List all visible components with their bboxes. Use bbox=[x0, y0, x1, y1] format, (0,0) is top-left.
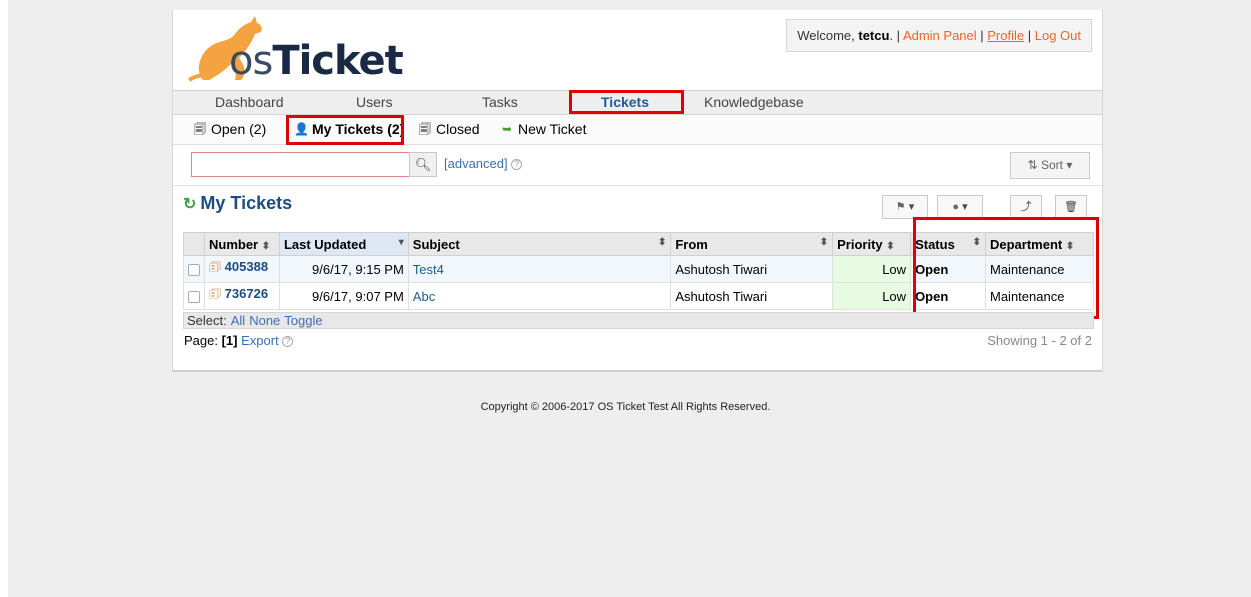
pagination: Page: [1] Export ? bbox=[184, 333, 294, 348]
caret-down-icon: ▾ bbox=[398, 236, 404, 248]
current-page: [1] bbox=[221, 333, 238, 348]
row-checkbox[interactable] bbox=[188, 291, 200, 304]
from-cell: Ashutosh Tiwari bbox=[670, 255, 834, 283]
page-label: Page: bbox=[184, 333, 222, 348]
sort-arrows-icon: ⬍ bbox=[819, 236, 829, 248]
select-none-link[interactable]: None bbox=[249, 313, 280, 328]
username: tetcu bbox=[858, 28, 890, 43]
select-all-link[interactable]: All bbox=[231, 313, 245, 328]
welcome-prefix: Welcome, bbox=[797, 28, 859, 43]
help-icon: ? bbox=[282, 336, 294, 348]
ticket-number-cell[interactable]: 🗊 736726 bbox=[204, 282, 280, 310]
subnav-new-ticket[interactable]: ➥ New Ticket bbox=[500, 121, 587, 137]
tab-tasks[interactable]: Tasks bbox=[482, 94, 518, 110]
results-count: Showing 1 - 2 of 2 bbox=[987, 333, 1092, 348]
export-link[interactable]: Export bbox=[241, 333, 279, 348]
header-priority[interactable]: Priority ⬍ bbox=[832, 232, 912, 256]
trash-icon: 🗑 bbox=[1064, 201, 1078, 213]
ticket-icon: 🗊 bbox=[209, 259, 222, 274]
advanced-search-link[interactable]: [advanced] ? bbox=[444, 156, 523, 171]
search-button[interactable]: 🔍︎ bbox=[409, 152, 437, 177]
user-icon: ● bbox=[952, 201, 960, 213]
sort-icon: ⇅ bbox=[1027, 158, 1038, 172]
separator: | bbox=[1024, 28, 1035, 43]
search-icon: 🔍︎ bbox=[414, 157, 432, 172]
ticket-icon: 🗊 bbox=[209, 286, 222, 301]
select-toggle-link[interactable]: Toggle bbox=[284, 313, 322, 328]
tab-users[interactable]: Users bbox=[356, 94, 393, 110]
share-icon: ⤴ bbox=[1020, 201, 1032, 213]
search-input[interactable] bbox=[191, 152, 409, 177]
tab-dashboard[interactable]: Dashboard bbox=[215, 94, 284, 110]
row-checkbox-cell bbox=[183, 282, 205, 310]
sort-button[interactable]: ⇅ Sort ▾ bbox=[1010, 152, 1090, 179]
from-cell: Ashutosh Tiwari bbox=[670, 282, 834, 310]
subject-cell[interactable]: Abc bbox=[407, 282, 672, 310]
help-icon: ? bbox=[511, 159, 523, 171]
last-updated-cell: 9/6/17, 9:15 PM bbox=[278, 255, 409, 283]
header-last-updated[interactable]: Last Updated ▾ bbox=[278, 232, 409, 256]
highlight-status-department bbox=[913, 217, 1099, 319]
flag-icon: ⚑ bbox=[895, 201, 906, 213]
admin-panel-link[interactable]: Admin Panel bbox=[903, 28, 977, 43]
flag-dropdown-button[interactable]: ⚑ ▾ bbox=[882, 195, 928, 219]
subnav-open[interactable]: 🗐 Open (2) bbox=[193, 121, 266, 137]
logout-link[interactable]: Log Out bbox=[1035, 28, 1081, 43]
welcome-bar: Welcome, tetcu. | Admin Panel | Profile … bbox=[786, 19, 1092, 52]
highlight-my-tickets bbox=[286, 115, 404, 145]
header-from[interactable]: From ⬍ bbox=[670, 232, 834, 256]
main-container: osTicket Welcome, tetcu. | Admin Panel |… bbox=[172, 10, 1103, 372]
new-ticket-icon: ➥ bbox=[501, 122, 513, 136]
closed-tickets-icon: 🗐 bbox=[419, 122, 431, 136]
subject-cell[interactable]: Test4 bbox=[407, 255, 672, 283]
delete-button[interactable]: 🗑 bbox=[1055, 195, 1087, 219]
subnav-closed[interactable]: 🗐 Closed bbox=[418, 121, 480, 137]
sort-arrows-icon: ⬍ bbox=[261, 240, 271, 252]
tab-knowledgebase[interactable]: Knowledgebase bbox=[704, 94, 804, 110]
highlight-tickets-tab bbox=[569, 90, 684, 114]
assign-dropdown-button[interactable]: ● ▾ bbox=[937, 195, 983, 219]
header-number[interactable]: Number ⬍ bbox=[204, 232, 280, 256]
page-edge bbox=[0, 0, 8, 597]
priority-cell: Low bbox=[832, 255, 912, 283]
logo-wordmark: osTicket bbox=[229, 38, 404, 84]
header-checkbox bbox=[183, 232, 205, 256]
welcome-suffix: . | bbox=[889, 28, 903, 43]
header-subject[interactable]: Subject ⬍ bbox=[407, 232, 672, 256]
tickets-icon: 🗐 bbox=[194, 122, 206, 136]
search-bar: 🔍︎ [advanced] ? ⇅ Sort ▾ bbox=[173, 146, 1102, 186]
profile-link[interactable]: Profile bbox=[987, 28, 1024, 43]
refresh-icon[interactable]: ↻ bbox=[183, 194, 196, 214]
transfer-button[interactable]: ⤴ bbox=[1010, 195, 1042, 219]
copyright-footer: Copyright © 2006-2017 OS Ticket Test All… bbox=[480, 401, 771, 413]
sort-arrows-icon: ⬍ bbox=[886, 240, 895, 252]
caret-down-icon: ▾ bbox=[1066, 158, 1073, 172]
row-checkbox-cell bbox=[183, 255, 205, 283]
sort-arrows-icon: ⬍ bbox=[657, 236, 667, 248]
osticket-logo[interactable]: osTicket bbox=[185, 14, 404, 84]
separator: | bbox=[976, 28, 988, 43]
select-label: Select: bbox=[187, 313, 227, 328]
row-checkbox[interactable] bbox=[188, 264, 200, 277]
ticket-number-cell[interactable]: 🗊 405388 bbox=[204, 255, 280, 283]
priority-cell: Low bbox=[832, 282, 912, 310]
last-updated-cell: 9/6/17, 9:07 PM bbox=[278, 282, 409, 310]
select-bar: Select: All None Toggle bbox=[183, 312, 1094, 329]
page-title: ↻ My Tickets bbox=[183, 193, 293, 214]
